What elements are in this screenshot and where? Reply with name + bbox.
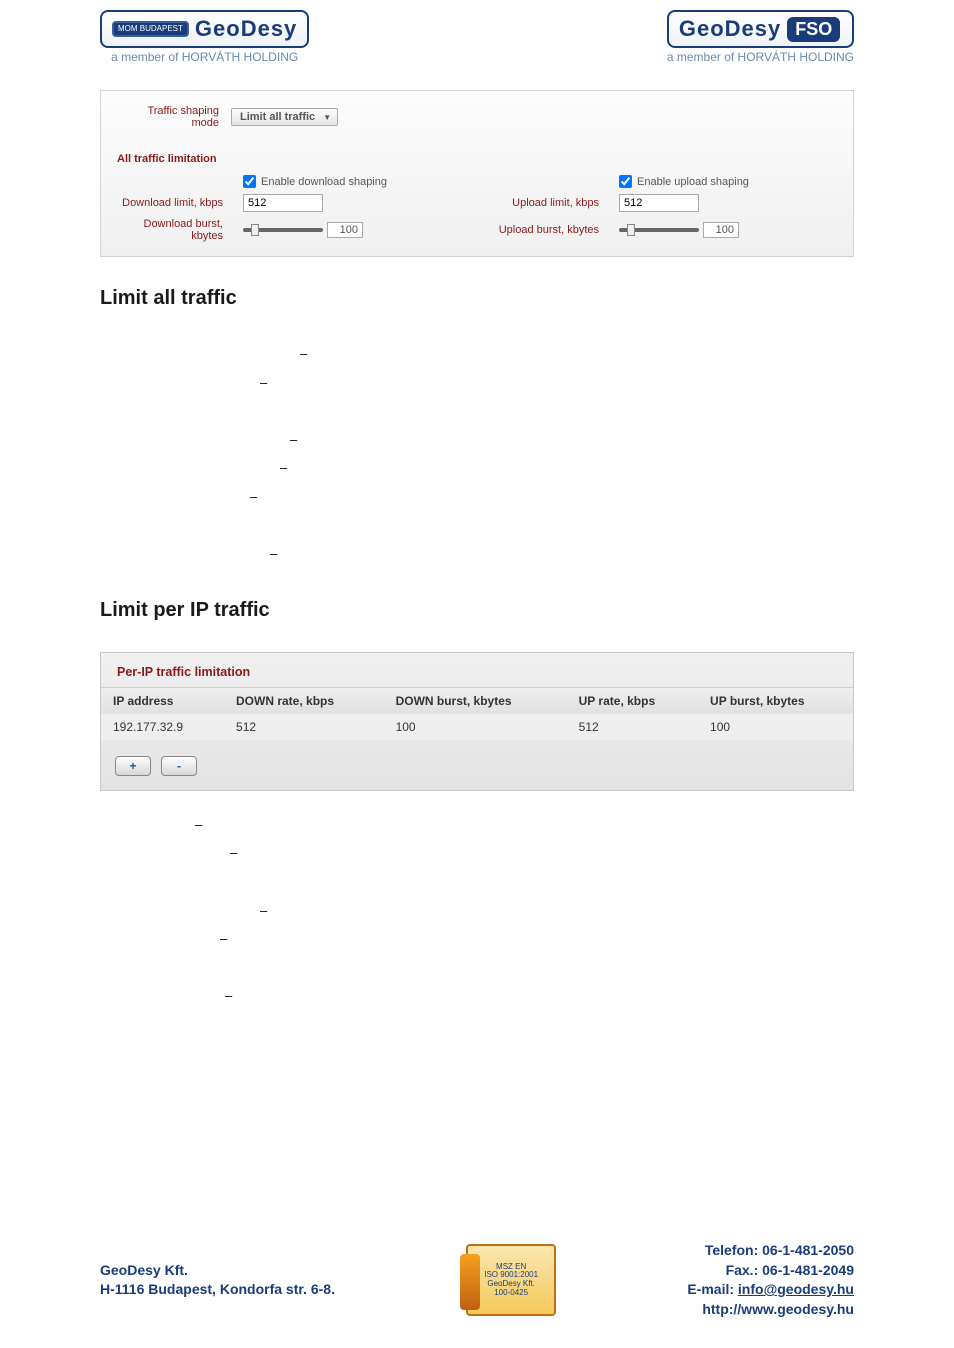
page-footer: GeoDesy Kft. H-1116 Budapest, Kondorfa s…: [0, 1041, 954, 1339]
fso-chip: FSO: [787, 17, 840, 42]
geodesy-text-left: GeoDesy: [195, 16, 297, 42]
enable-download-cb-input[interactable]: [243, 175, 256, 188]
remove-row-button[interactable]: -: [161, 756, 197, 776]
upload-burst-label: Upload burst, kbytes: [431, 224, 611, 236]
logo-left: MOM BUDAPEST GeoDesy a member of HORVÁTH…: [100, 10, 309, 64]
cell-down-rate: 512: [224, 714, 384, 740]
cell-up-rate: 512: [567, 714, 698, 740]
col-down-rate: DOWN rate, kbps: [224, 687, 384, 714]
footer-company-name: GeoDesy Kft.: [100, 1261, 335, 1281]
traffic-mode-label: Traffic shaping mode: [121, 105, 231, 129]
all-traffic-title: All traffic limitation: [101, 143, 853, 171]
cell-up-burst: 100: [698, 714, 853, 740]
cell-down-burst: 100: [384, 714, 567, 740]
tagline-left: a member of HORVÁTH HOLDING: [100, 50, 309, 64]
col-ip: IP address: [101, 687, 224, 714]
footer-tel: Telefon: 06-1-481-2050: [687, 1241, 854, 1261]
download-burst-label: Download burst, kbytes: [115, 218, 235, 242]
footer-email-link[interactable]: info@geodesy.hu: [738, 1281, 854, 1297]
download-limit-label: Download limit, kbps: [115, 197, 235, 209]
decorative-dashes-1: – – – – – –: [100, 340, 854, 569]
footer-web: http://www.geodesy.hu: [687, 1300, 854, 1320]
tagline-right: a member of HORVÁTH HOLDING: [667, 50, 854, 64]
per-ip-panel: Per-IP traffic limitation IP address DOW…: [100, 652, 854, 791]
mom-chip: MOM BUDAPEST: [112, 21, 189, 37]
cert-line-3: GeoDesy Kft.: [487, 1279, 535, 1288]
enable-upload-checkbox[interactable]: Enable upload shaping: [619, 175, 799, 188]
heading-limit-all: Limit all traffic: [100, 287, 854, 310]
download-limit-input[interactable]: [243, 194, 323, 212]
footer-address: H-1116 Budapest, Kondorfa str. 6-8.: [100, 1280, 335, 1300]
download-burst-slider[interactable]: 100: [243, 222, 423, 238]
cell-ip: 192.177.32.9: [101, 714, 224, 740]
footer-email-label: E-mail:: [687, 1281, 738, 1297]
cert-line-4: 100-0425: [494, 1288, 528, 1297]
enable-download-checkbox[interactable]: Enable download shaping: [243, 175, 423, 188]
footer-company: GeoDesy Kft. H-1116 Budapest, Kondorfa s…: [100, 1261, 335, 1300]
col-down-burst: DOWN burst, kbytes: [384, 687, 567, 714]
footer-contact: Telefon: 06-1-481-2050 Fax.: 06-1-481-20…: [687, 1241, 854, 1319]
upload-burst-slider[interactable]: 100: [619, 222, 799, 238]
per-ip-table: IP address DOWN rate, kbps DOWN burst, k…: [101, 687, 853, 740]
all-traffic-panel: Traffic shaping mode Limit all traffic A…: [100, 90, 854, 257]
table-row[interactable]: 192.177.32.9 512 100 512 100: [101, 714, 853, 740]
table-header-row: IP address DOWN rate, kbps DOWN burst, k…: [101, 687, 853, 714]
heading-limit-per-ip: Limit per IP traffic: [100, 599, 854, 622]
enable-upload-cb-input[interactable]: [619, 175, 632, 188]
traffic-mode-select[interactable]: Limit all traffic: [231, 108, 338, 126]
page-header: MOM BUDAPEST GeoDesy a member of HORVÁTH…: [0, 0, 954, 70]
decorative-dashes-2: – – – – –: [100, 811, 854, 1011]
upload-limit-input[interactable]: [619, 194, 699, 212]
add-row-button[interactable]: +: [115, 756, 151, 776]
cert-line-2: ISO 9001:2001: [484, 1270, 538, 1279]
enable-upload-label: Enable upload shaping: [637, 176, 749, 188]
upload-burst-value[interactable]: 100: [703, 222, 739, 238]
footer-cert-badge: MSZ EN ISO 9001:2001 GeoDesy Kft. 100-04…: [466, 1244, 556, 1316]
col-up-burst: UP burst, kbytes: [698, 687, 853, 714]
download-burst-value[interactable]: 100: [327, 222, 363, 238]
footer-fax: Fax.: 06-1-481-2049: [687, 1261, 854, 1281]
geodesy-text-right: GeoDesy: [679, 16, 781, 42]
logo-right: GeoDesy FSO a member of HORVÁTH HOLDING: [667, 10, 854, 64]
enable-download-label: Enable download shaping: [261, 176, 387, 188]
upload-limit-label: Upload limit, kbps: [431, 197, 611, 209]
cert-line-1: MSZ EN: [496, 1262, 526, 1271]
col-up-rate: UP rate, kbps: [567, 687, 698, 714]
per-ip-title: Per-IP traffic limitation: [101, 653, 853, 687]
